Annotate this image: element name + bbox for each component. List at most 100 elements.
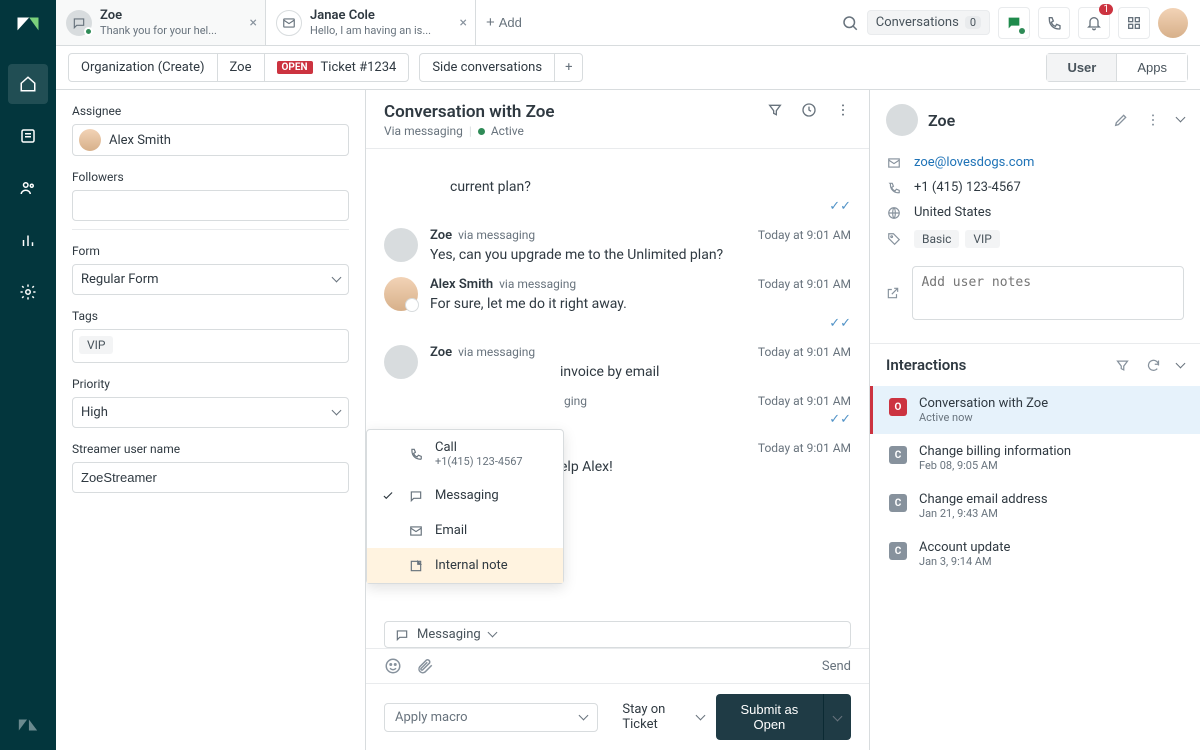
message: Alex Smithvia messagingToday at 9:01 AM … [384, 277, 851, 331]
phone-icon[interactable] [1038, 7, 1070, 39]
presence-dot-icon [478, 128, 485, 135]
streamer-input[interactable] [72, 462, 349, 493]
nav-customers[interactable] [8, 168, 48, 208]
side-conversations: Side conversations + [419, 53, 583, 82]
conversation-status: Active [491, 124, 524, 138]
form-label: Form [72, 244, 349, 258]
refresh-icon[interactable] [1146, 358, 1161, 373]
followers-label: Followers [72, 170, 349, 184]
reply-option-email[interactable]: Email [367, 513, 563, 548]
interaction-item[interactable]: C Change billing informationFeb 08, 9:05… [870, 434, 1200, 482]
assignee-avatar [79, 129, 101, 151]
conversations-chip[interactable]: Conversations 0 [867, 10, 990, 35]
chat-icon[interactable] [998, 7, 1030, 39]
tab-strip: Zoe Thank you for your hel... × Janae Co… [56, 0, 1200, 46]
bell-icon[interactable]: 1 [1078, 7, 1110, 39]
nav-home[interactable] [8, 64, 48, 104]
message: gingToday at 9:01 AM ✓✓ [384, 394, 851, 427]
filter-icon[interactable] [1115, 358, 1130, 373]
form-select[interactable]: Regular Form [72, 264, 349, 295]
attachment-icon[interactable] [416, 657, 434, 675]
message: Zoevia messagingToday at 9:01 AM Yes, ca… [384, 228, 851, 263]
close-icon[interactable]: × [460, 15, 467, 31]
interaction-item[interactable]: O Conversation with ZoeActive now [870, 386, 1200, 434]
user-tag: VIP [965, 230, 999, 248]
submit-button[interactable]: Submit as Open [716, 694, 823, 740]
reply-option-internal-note[interactable]: Internal note [367, 548, 563, 583]
chevron-down-icon[interactable] [1177, 358, 1184, 373]
tab-subtitle: Hello, I am having an is... [310, 24, 431, 37]
phone-icon [407, 447, 425, 461]
reply-option-messaging[interactable]: Messaging [367, 478, 563, 513]
nav-views[interactable] [8, 116, 48, 156]
apps-grid-icon[interactable] [1118, 7, 1150, 39]
status-badge: OPEN [277, 61, 313, 74]
chevron-down-icon[interactable] [1177, 112, 1184, 128]
right-panel-toggle: User Apps [1046, 53, 1188, 82]
zendesk-mark-icon [17, 714, 39, 736]
message-list[interactable]: current plan? ✓✓ Zoevia messagingToday a… [366, 149, 869, 615]
history-icon[interactable] [801, 102, 817, 118]
send-button[interactable]: Send [822, 659, 851, 674]
assignee-label: Assignee [72, 104, 349, 118]
requester-email[interactable]: zoe@lovesdogs.com [914, 155, 1034, 170]
avatar [384, 277, 418, 311]
search-icon[interactable] [841, 14, 859, 32]
streamer-label: Streamer user name [72, 442, 349, 456]
breadcrumb-org[interactable]: Organization (Create) [69, 54, 218, 81]
tab-apps[interactable]: Apps [1117, 54, 1187, 81]
more-icon[interactable] [1145, 112, 1161, 128]
followers-input[interactable] [72, 190, 349, 221]
status-badge: C [889, 542, 907, 560]
delivered-icon: ✓✓ [430, 199, 851, 214]
globe-icon [886, 206, 902, 220]
requester-phone: +1 (415) 123-4567 [914, 180, 1021, 195]
more-icon[interactable] [835, 102, 851, 118]
reply-channel-menu: Call+1(415) 123-4567 Messaging Email [366, 429, 564, 584]
delivered-icon: ✓✓ [430, 412, 851, 427]
notification-count: 1 [1099, 4, 1113, 15]
add-side-conversation-button[interactable]: + [554, 54, 582, 81]
interactions-title: Interactions [886, 356, 1115, 374]
apply-macro-select[interactable]: Apply macro [384, 703, 598, 732]
reply-option-call[interactable]: Call+1(415) 123-4567 [367, 430, 563, 478]
tab-add[interactable]: +Add [476, 0, 532, 45]
filter-icon[interactable] [767, 102, 783, 118]
tags-label: Tags [72, 309, 349, 323]
emoji-icon[interactable] [384, 657, 402, 675]
current-user-avatar[interactable] [1158, 8, 1188, 38]
interaction-item[interactable]: C Account updateJan 3, 9:14 AM [870, 530, 1200, 578]
add-tab-button[interactable]: +Add [486, 14, 522, 31]
interactions-list: O Conversation with ZoeActive now C Chan… [870, 386, 1200, 578]
tab-janae[interactable]: Janae Cole Hello, I am having an is... × [266, 0, 476, 45]
close-icon[interactable]: × [250, 15, 257, 31]
assignee-field[interactable]: Alex Smith [72, 124, 349, 156]
context-panel: Zoe zoe@lovesdogs.com +1 (415) 123-4567 … [870, 90, 1200, 750]
message-text: Yes, can you upgrade me to the Unlimited… [430, 247, 851, 263]
stay-on-ticket-button[interactable]: Stay on Ticket [622, 702, 703, 732]
message-text: current plan? [450, 179, 851, 195]
message-text: For sure, let me do it right away. [430, 296, 851, 312]
priority-select[interactable]: High [72, 397, 349, 428]
external-link-icon [886, 286, 900, 300]
nav-rail [0, 0, 56, 750]
reply-channel-selector[interactable]: Messaging [384, 621, 851, 648]
edit-icon[interactable] [1113, 112, 1129, 128]
nav-reporting[interactable] [8, 220, 48, 260]
context-bar: Organization (Create) Zoe OPEN Ticket #1… [56, 46, 1200, 90]
user-notes-input[interactable] [912, 266, 1184, 320]
note-icon [407, 559, 425, 573]
tags-input[interactable]: VIP [72, 329, 349, 363]
interaction-item[interactable]: C Change email addressJan 21, 9:43 AM [870, 482, 1200, 530]
submit-dropdown[interactable] [823, 694, 851, 740]
ticket-form-panel: Assignee Alex Smith Followers Form Regul… [56, 90, 366, 750]
tab-zoe[interactable]: Zoe Thank you for your hel... × [56, 0, 266, 45]
message-text: elp Alex! [560, 459, 851, 475]
email-icon [886, 156, 902, 170]
nav-admin[interactable] [8, 272, 48, 312]
breadcrumb-user[interactable]: Zoe [218, 54, 265, 81]
side-conversations-label[interactable]: Side conversations [420, 54, 554, 81]
tab-user[interactable]: User [1047, 54, 1117, 81]
breadcrumb-ticket[interactable]: OPEN Ticket #1234 [265, 54, 409, 81]
phone-icon [886, 181, 902, 195]
